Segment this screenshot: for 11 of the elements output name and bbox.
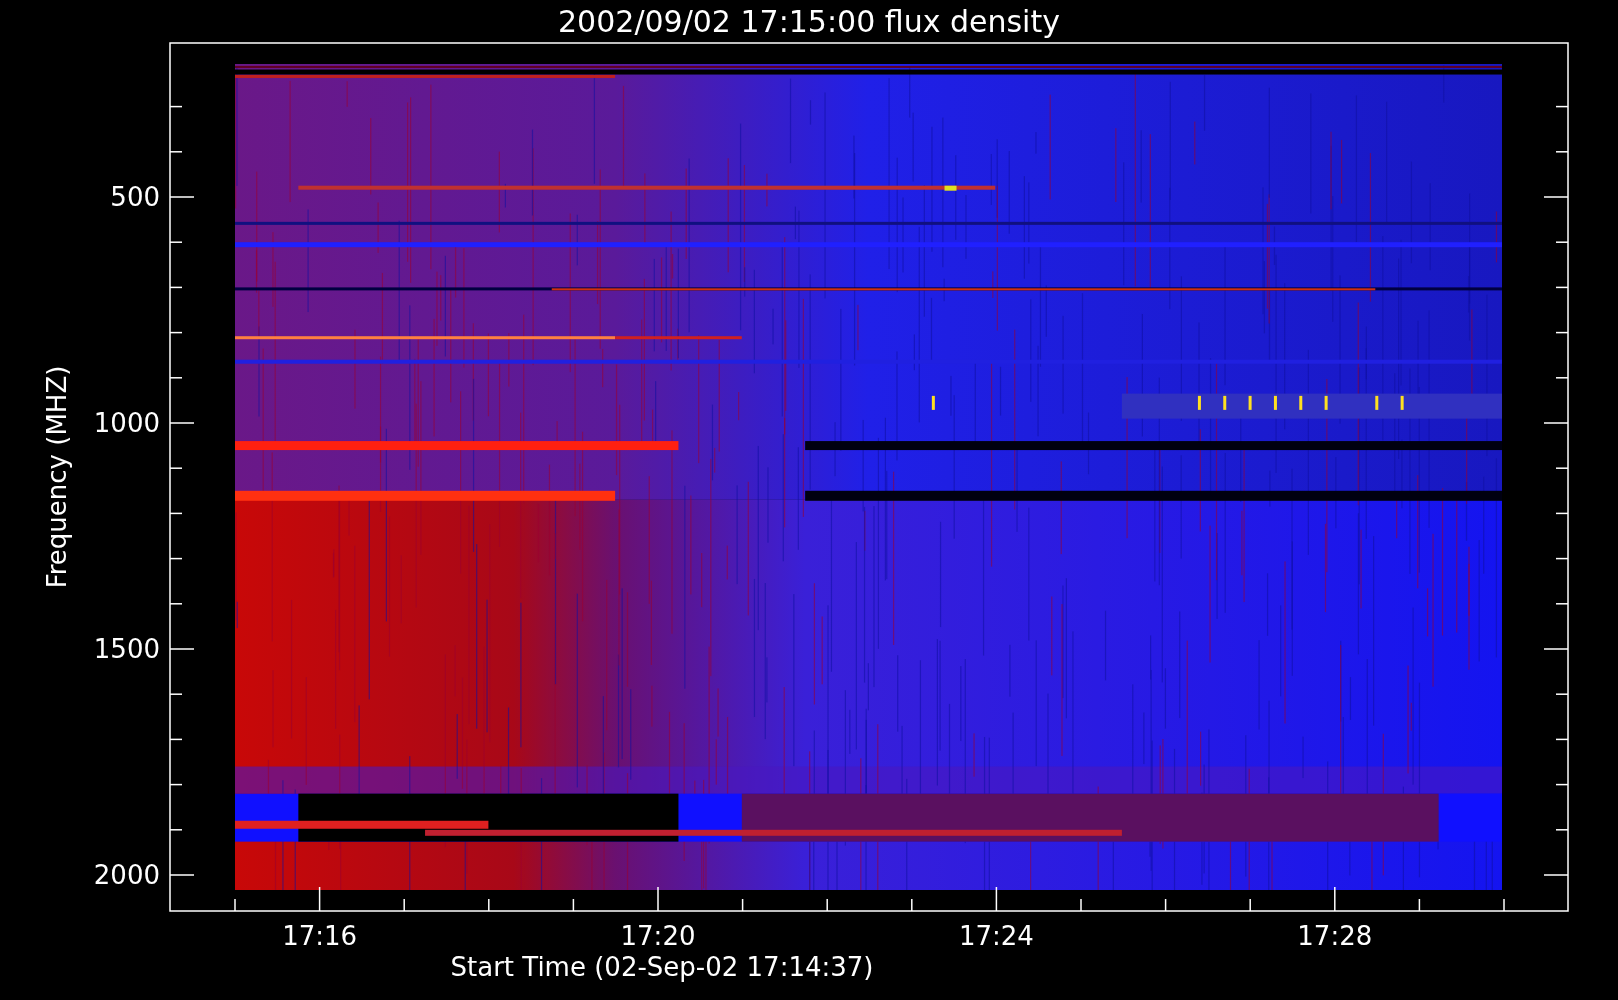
y-tick-label: 2000 [93, 860, 160, 890]
y-tick-label: 500 [110, 182, 160, 212]
x-tick-label: 17:20 [620, 921, 696, 951]
x-tick-label: 17:16 [282, 921, 358, 951]
y-tick-label: 1500 [93, 634, 160, 664]
y-axis-label: Frequency (MHZ) [42, 365, 72, 589]
plot-title: 2002/09/02 17:15:00 flux density [558, 4, 1060, 39]
x-axis-label: Start Time (02-Sep-02 17:14:37) [450, 952, 874, 982]
x-tick-label: 17:24 [958, 921, 1034, 951]
y-tick-label: 1000 [93, 408, 160, 438]
x-tick-label: 17:28 [1297, 921, 1373, 951]
